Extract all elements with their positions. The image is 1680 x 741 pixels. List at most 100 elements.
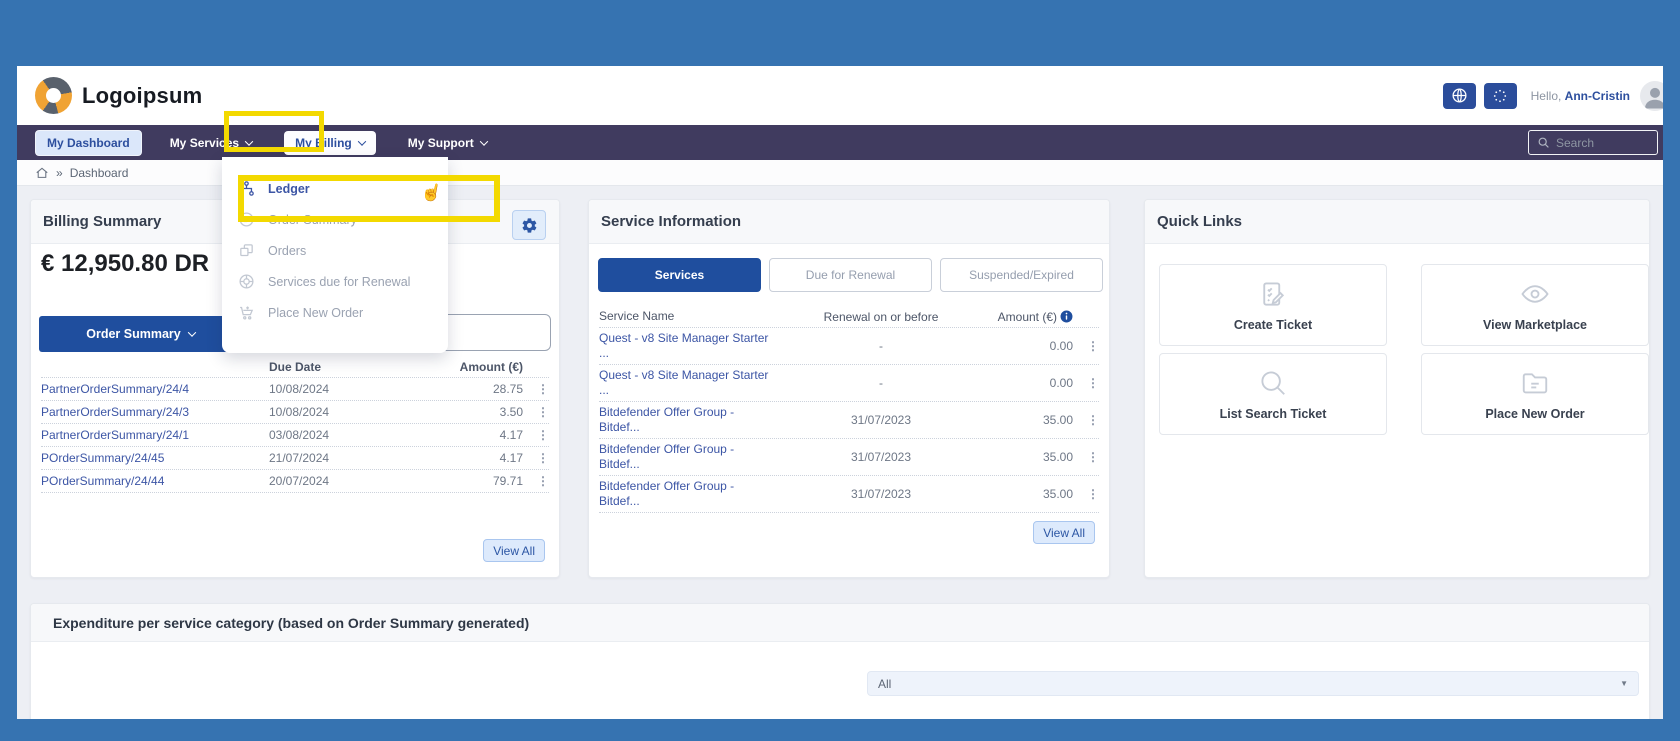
expenditure-title: Expenditure per service category (based …	[53, 615, 529, 631]
view-marketplace-tile[interactable]: View Marketplace	[1421, 264, 1649, 346]
table-row: Quest - v8 Site Manager Starter... - 0.0…	[599, 365, 1099, 402]
expenditure-card: Expenditure per service category (based …	[30, 603, 1650, 719]
home-icon[interactable]	[35, 166, 49, 180]
eye-icon	[1518, 279, 1552, 309]
kebab-menu-icon[interactable]: ⋮	[523, 405, 549, 419]
kebab-menu-icon[interactable]: ⋮	[523, 428, 549, 442]
list-search-ticket-tile[interactable]: List Search Ticket	[1159, 353, 1387, 435]
my-billing-dropdown-menu: Ledger Order Summary Orders	[222, 157, 448, 353]
amount-column-header: Amount (€)	[998, 310, 1057, 324]
app-header: Logoipsum Hello, Ann-Cristin	[17, 66, 1663, 125]
table-row: POrderSummary/24/44 20/07/2024 79.71 ⋮	[41, 470, 549, 493]
boxes-icon	[238, 242, 255, 259]
tab-services[interactable]: Services	[598, 258, 761, 292]
table-row: PartnerOrderSummary/24/3 10/08/2024 3.50…	[41, 401, 549, 424]
gear-icon	[521, 217, 538, 234]
menu-item-orders[interactable]: Orders	[222, 235, 448, 266]
service-view-all-button[interactable]: View All	[1033, 521, 1095, 544]
service-information-card: Service Information Services Due for Ren…	[588, 199, 1110, 578]
order-summary-link[interactable]: PartnerOrderSummary/24/1	[41, 428, 269, 442]
table-row: Bitdefender Offer Group -Bitdef... 31/07…	[599, 439, 1099, 476]
menu-item-place-new-order[interactable]: Place New Order	[222, 297, 448, 328]
lifebuoy-icon	[238, 273, 255, 290]
table-row: Bitdefender Offer Group -Bitdef... 31/07…	[599, 476, 1099, 513]
renewal-column-header: Renewal on or before	[811, 310, 951, 324]
service-link[interactable]: Bitdefender Offer Group -Bitdef...	[599, 405, 811, 435]
service-tabs: Services Due for Renewal Suspended/Expir…	[598, 258, 1103, 292]
chevron-down-icon	[480, 137, 488, 145]
order-summary-link[interactable]: POrderSummary/24/45	[41, 451, 269, 465]
kebab-menu-icon[interactable]: ⋮	[1073, 413, 1099, 427]
service-table: Service Name Renewal on or before Amount…	[599, 306, 1099, 513]
list-circle-icon	[238, 211, 255, 228]
logo-icon	[35, 77, 72, 114]
app-page: Logoipsum Hello, Ann-Cristin	[17, 66, 1663, 719]
menu-item-ledger[interactable]: Ledger	[222, 173, 448, 204]
sitemap-icon	[238, 180, 255, 197]
breadcrumb-separator: »	[56, 166, 63, 180]
category-filter-select[interactable]: All ▼	[867, 671, 1639, 696]
language-globe-button[interactable]	[1443, 83, 1476, 109]
search-input[interactable]	[1556, 136, 1646, 150]
kebab-menu-icon[interactable]: ⋮	[523, 474, 549, 488]
table-row: PartnerOrderSummary/24/1 03/08/2024 4.17…	[41, 424, 549, 447]
logo: Logoipsum	[35, 77, 202, 114]
info-icon[interactable]	[1060, 310, 1073, 323]
order-summary-link[interactable]: PartnerOrderSummary/24/3	[41, 405, 269, 419]
service-link[interactable]: Bitdefender Offer Group -Bitdef...	[599, 479, 811, 509]
nav-item-my-support[interactable]: My Support	[408, 136, 487, 150]
place-new-order-tile[interactable]: Place New Order	[1421, 353, 1649, 435]
billing-settings-button[interactable]	[512, 210, 546, 240]
create-ticket-tile[interactable]: Create Ticket	[1159, 264, 1387, 346]
kebab-menu-icon[interactable]: ⋮	[1073, 376, 1099, 390]
billing-balance: € 12,950.80 DR	[41, 250, 209, 278]
service-link[interactable]: Quest - v8 Site Manager Starter...	[599, 368, 811, 398]
eu-flag-button[interactable]	[1484, 83, 1517, 109]
nav-item-my-billing[interactable]: My Billing	[284, 131, 376, 155]
breadcrumb-current: Dashboard	[70, 166, 129, 180]
billing-table: Due Date Amount (€) PartnerOrderSummary/…	[41, 356, 549, 493]
service-link[interactable]: Bitdefender Offer Group -Bitdef...	[599, 442, 811, 472]
service-information-title: Service Information	[601, 213, 741, 230]
expenditure-header: Expenditure per service category (based …	[31, 604, 1649, 642]
menu-item-services-due-for-renewal[interactable]: Services due for Renewal	[222, 266, 448, 297]
cart-plus-icon	[238, 304, 255, 321]
folder-document-icon	[1520, 368, 1550, 398]
billing-summary-title: Billing Summary	[43, 213, 161, 230]
order-summary-link[interactable]: POrderSummary/24/44	[41, 474, 269, 488]
tab-due-for-renewal[interactable]: Due for Renewal	[769, 258, 932, 292]
nav-item-my-services[interactable]: My Services	[170, 136, 252, 150]
table-row: Bitdefender Offer Group -Bitdef... 31/07…	[599, 402, 1099, 439]
globe-icon	[1451, 87, 1468, 104]
chevron-down-icon	[245, 137, 253, 145]
order-summary-link[interactable]: PartnerOrderSummary/24/4	[41, 382, 269, 396]
screenshot-root: { "header": { "logo_text": "Logoipsum", …	[0, 0, 1680, 741]
avatar[interactable]	[1640, 81, 1663, 111]
tab-suspended-expired[interactable]: Suspended/Expired	[940, 258, 1103, 292]
billing-view-all-button[interactable]: View All	[483, 539, 545, 562]
nav-item-my-dashboard[interactable]: My Dashboard	[35, 130, 142, 156]
table-row: PartnerOrderSummary/24/4 10/08/2024 28.7…	[41, 378, 549, 401]
kebab-menu-icon[interactable]: ⋮	[1073, 450, 1099, 464]
service-link[interactable]: Quest - v8 Site Manager Starter...	[599, 331, 811, 361]
quick-links-header: Quick Links	[1145, 200, 1649, 244]
billing-table-header: Due Date Amount (€)	[41, 356, 549, 378]
user-greeting: Hello, Ann-Cristin	[1531, 89, 1630, 103]
category-filter-value: All	[878, 677, 891, 691]
chevron-down-icon	[187, 328, 195, 336]
kebab-menu-icon[interactable]: ⋮	[523, 451, 549, 465]
table-row: POrderSummary/24/45 21/07/2024 4.17 ⋮	[41, 447, 549, 470]
nav-search	[1528, 130, 1658, 155]
service-information-header: Service Information	[589, 200, 1109, 244]
logo-text: Logoipsum	[82, 83, 202, 109]
user-name: Ann-Cristin	[1565, 89, 1630, 103]
kebab-menu-icon[interactable]: ⋮	[523, 382, 549, 396]
eu-flag-icon	[1491, 87, 1509, 105]
kebab-menu-icon[interactable]: ⋮	[1073, 339, 1099, 353]
due-date-column-header: Due Date	[269, 360, 419, 374]
search-icon	[1258, 368, 1288, 398]
menu-item-order-summary[interactable]: Order Summary	[222, 204, 448, 235]
service-table-header: Service Name Renewal on or before Amount…	[599, 306, 1099, 328]
kebab-menu-icon[interactable]: ⋮	[1073, 487, 1099, 501]
order-summary-dropdown-button[interactable]: Order Summary	[39, 316, 242, 352]
